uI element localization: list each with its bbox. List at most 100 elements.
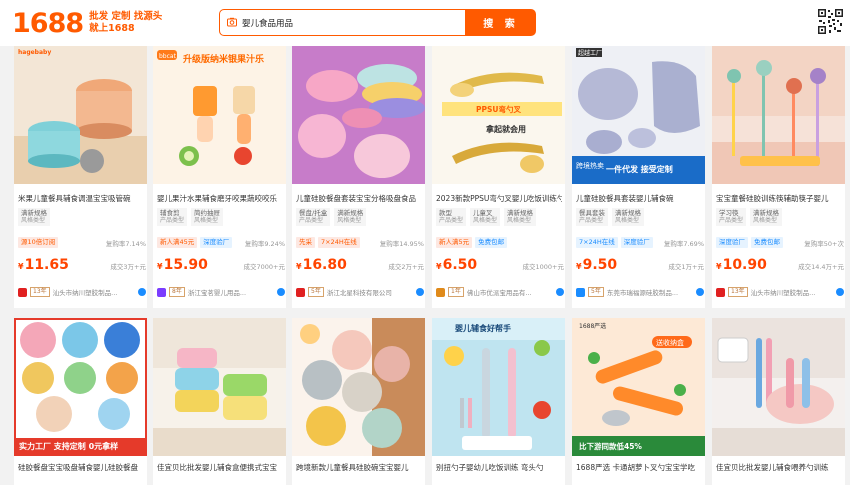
product-image[interactable]: hagebaby xyxy=(14,46,147,184)
shop-name[interactable]: 浙江北星科技有限公司 xyxy=(327,287,413,297)
badge-row: 新人满5元 免费包邮 xyxy=(436,237,564,248)
product-card[interactable]: 实力工厂 支持定制 0元拿样 硅胶餐盘宝宝吸盘辅食婴儿硅胶餐盘 xyxy=(14,318,147,485)
product-title[interactable]: 米果儿童餐具辅食调温宝宝吸管碗 xyxy=(18,193,144,204)
shop-row[interactable]: 5年 浙江北星科技有限公司 xyxy=(296,287,424,297)
product-title[interactable]: 儿童硅胶餐具套装婴儿辅食碗 xyxy=(576,193,702,204)
shop-name[interactable]: 汕头市纳川塑胶制品... xyxy=(53,287,135,297)
attribute-tag: 款型 产品类型 xyxy=(436,208,467,226)
shop-badge-icon xyxy=(716,287,725,297)
product-card[interactable]: 佳宜贝比批发婴儿辅食喂养勺训练 xyxy=(712,318,845,485)
qr-code-icon[interactable] xyxy=(817,8,844,35)
shop-name[interactable]: 浙江宝茗婴儿用品... xyxy=(188,287,274,297)
shop-name[interactable]: 汕头市纳川塑胶制品... xyxy=(751,287,833,297)
badge-row: 新人满45元 深度验厂 复购率9.24% xyxy=(157,237,285,248)
chat-icon[interactable] xyxy=(277,288,285,296)
price: ¥15.90 xyxy=(157,257,208,273)
product-card[interactable]: 婴儿辅食好帮手 别扭勺子婴幼儿吃饭训练 弯头勺 xyxy=(432,318,565,485)
product-image[interactable]: PPSU弯勺叉 拿起就会用 xyxy=(432,46,565,184)
product-title[interactable]: 宝宝童餐硅胶训练筷辅助筷子婴儿 xyxy=(716,193,842,204)
svg-text:hagebaby: hagebaby xyxy=(18,49,51,56)
product-image[interactable] xyxy=(292,318,425,456)
brand-label: 1688严选 xyxy=(579,323,607,330)
svg-text:跨境热卖: 跨境热卖 xyxy=(576,161,604,170)
price-row: ¥16.80 成交2万+元 xyxy=(296,257,424,273)
shop-name[interactable]: 东莞市瑞福源硅胶制品... xyxy=(607,287,693,297)
attribute-tag: 满新规格 风格类型 xyxy=(612,208,644,226)
shop-badge-icon xyxy=(296,287,305,297)
service-badge: 深度验厂 xyxy=(200,237,233,248)
product-title[interactable]: 2023新款PPSU弯勺叉婴儿吃饭训练勺 xyxy=(436,193,562,204)
price: ¥6.50 xyxy=(436,257,478,273)
attribute-tag: 辅食剪 产品类型 xyxy=(157,208,188,226)
shop-row[interactable]: 13年 汕头市纳川塑胶制品... xyxy=(716,287,844,297)
badge-row: 先采 7×24H在线 复购率14.95% xyxy=(296,237,424,248)
repurchase-rate: 复购率7.14% xyxy=(105,239,146,248)
shop-name[interactable]: 佛山市优派宝用品有... xyxy=(467,287,553,297)
attribute-tag: 满新规格 风格类型 xyxy=(750,208,783,226)
shop-row[interactable]: 13年 汕头市纳川塑胶制品... xyxy=(18,287,146,297)
product-title[interactable]: 佳宜贝比批发婴儿辅食喂养勺训练 xyxy=(716,462,842,473)
badge-row: 源10倍订阅 复购率7.14% xyxy=(18,237,146,248)
chat-icon[interactable] xyxy=(416,288,424,296)
product-image[interactable] xyxy=(712,46,845,184)
svg-text:超越工厂: 超越工厂 xyxy=(578,49,602,57)
product-card[interactable]: 宝宝童餐硅胶训练筷辅助筷子婴儿 学习筷 产品类型 满新规格 风格类型 深度验厂 免费… xyxy=(712,46,845,308)
search-input[interactable] xyxy=(220,10,465,35)
shop-badge-icon xyxy=(576,287,585,297)
shop-badge-icon xyxy=(157,287,166,297)
product-title[interactable]: 1688严选 卡通胡萝卜叉勺宝宝学吃 xyxy=(576,462,702,473)
shop-row[interactable]: 8年 浙江宝茗婴儿用品... xyxy=(157,287,285,297)
service-badge: 新人满5元 xyxy=(436,237,473,248)
product-title[interactable]: 跨境新款儿童餐具硅胶碗宝宝婴儿 xyxy=(296,462,422,473)
product-title[interactable]: 儿童硅胶餐盘套装宝宝分格吸盘食品 xyxy=(296,193,422,204)
repurchase-rate: 复购率50+次 xyxy=(804,239,844,248)
chat-icon[interactable] xyxy=(836,288,844,296)
product-card[interactable]: PPSU弯勺叉 拿起就会用 2023新款PPSU弯勺叉婴儿吃饭训练勺 款型 产品类… xyxy=(432,46,565,308)
product-title[interactable]: 佳宜贝比批发婴儿辅食盒便携式宝宝 xyxy=(157,462,283,473)
slogan-line-1: 批发 定制 找源头 xyxy=(89,11,163,22)
chat-icon[interactable] xyxy=(138,288,146,296)
product-title[interactable]: 婴儿果汁水果辅食磨牙咬果蔬咬咬乐 xyxy=(157,193,283,204)
product-card[interactable]: hagebaby 米果儿童餐具辅食调温宝宝吸管碗 满新规格 风格类型 源10倍订阅… xyxy=(14,46,147,308)
sales-volume: 成交1000+元 xyxy=(522,263,565,271)
price-row: ¥6.50 成交1000+元 xyxy=(436,257,564,273)
shop-years: 5年 xyxy=(308,287,324,297)
shop-row[interactable]: 5年 东莞市瑞福源硅胶制品... xyxy=(576,287,704,297)
svg-text:PPSU弯勺叉: PPSU弯勺叉 xyxy=(476,104,521,114)
shop-years: 1年 xyxy=(448,287,464,297)
search-button[interactable]: 搜 索 xyxy=(466,9,536,36)
product-card[interactable]: bbcat 升级版纳米银果汁乐 婴儿果汁水果辅食磨牙咬果蔬咬咬乐 辅食剪 产品类型… xyxy=(153,46,286,308)
price-row: ¥15.90 成交7000+元 xyxy=(157,257,285,273)
product-title[interactable]: 硅胶餐盘宝宝吸盘辅食婴儿硅胶餐盘 xyxy=(18,462,144,473)
product-card[interactable]: 儿童硅胶餐盘套装宝宝分格吸盘食品 餐盘/托盒 产品类型 满新规格 风格类型 先采 7… xyxy=(292,46,425,308)
product-image[interactable]: 超越工厂 跨境热卖 一件代发 接受定制 xyxy=(572,46,705,184)
product-image[interactable]: bbcat 升级版纳米银果汁乐 xyxy=(153,46,286,184)
shop-badge-icon xyxy=(436,287,445,297)
attribute-tags: 学习筷 产品类型 满新规格 风格类型 xyxy=(716,208,783,226)
svg-text:拿起就会用: 拿起就会用 xyxy=(485,124,526,134)
camera-search-icon[interactable] xyxy=(227,17,237,27)
shop-row[interactable]: 1年 佛山市优派宝用品有... xyxy=(436,287,564,297)
product-image[interactable] xyxy=(153,318,286,456)
attribute-tag: 餐具套装 产品类型 xyxy=(576,208,608,226)
product-card[interactable]: 送收纳盒 1688严选 比下游同款低45% 1688严选 卡通胡萝卜叉勺宝宝学吃 xyxy=(572,318,705,485)
product-image[interactable] xyxy=(292,46,425,184)
product-card[interactable]: 佳宜贝比批发婴儿辅食盒便携式宝宝 xyxy=(153,318,286,485)
chat-icon[interactable] xyxy=(556,288,564,296)
product-image[interactable] xyxy=(432,318,565,456)
price: ¥16.80 xyxy=(296,257,347,273)
svg-text:升级版纳米银果汁乐: 升级版纳米银果汁乐 xyxy=(183,53,264,65)
slogan-line-2: 就上1688 xyxy=(89,23,135,34)
chat-icon[interactable] xyxy=(696,288,704,296)
product-image[interactable] xyxy=(712,318,845,456)
svg-text:bbcat: bbcat xyxy=(159,53,177,60)
product-card[interactable]: 超越工厂 跨境热卖 一件代发 接受定制 儿童硅胶餐具套装婴儿辅食碗 餐具套装 产品… xyxy=(572,46,705,308)
attribute-tag: 满新规格 风格类型 xyxy=(18,208,50,226)
product-image[interactable] xyxy=(14,318,147,456)
service-badge: 7×24H在线 xyxy=(318,237,360,248)
product-title[interactable]: 别扭勺子婴幼儿吃饭训练 弯头勺 xyxy=(436,462,562,473)
site-logo[interactable]: 1688 批发 定制 找源头 就上1688 xyxy=(12,6,162,40)
product-image[interactable]: 送收纳盒 xyxy=(572,318,705,456)
image-overlay-text: 婴儿辅食好帮手 xyxy=(455,324,511,333)
product-card[interactable]: 跨境新款儿童餐具硅胶碗宝宝婴儿 xyxy=(292,318,425,485)
